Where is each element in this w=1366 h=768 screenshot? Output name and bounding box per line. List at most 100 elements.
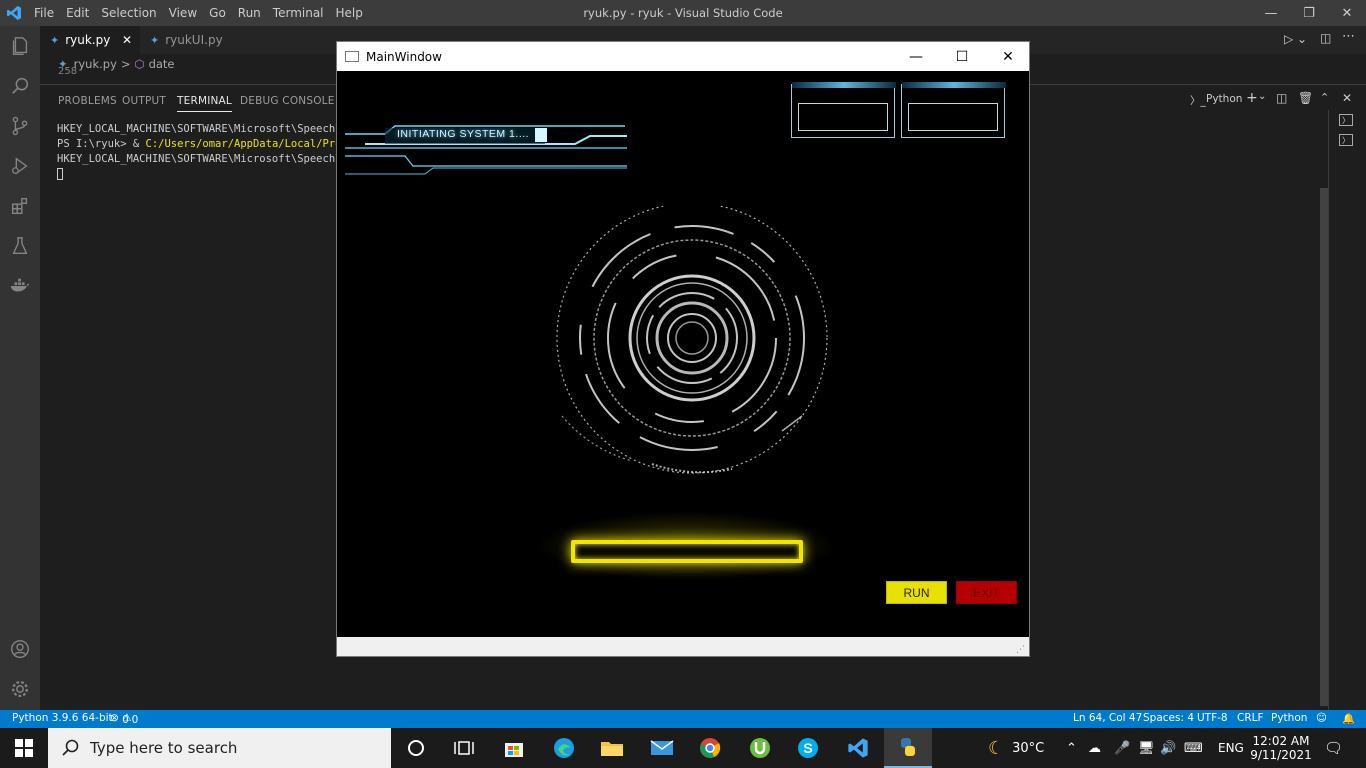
vscode-taskbar-icon[interactable]	[834, 728, 882, 768]
new-terminal-icon[interactable]: +	[1246, 90, 1258, 106]
problems-status[interactable]: ⊗ 0 ⚠ 0	[110, 712, 138, 726]
docker-icon[interactable]	[0, 266, 40, 306]
network-icon[interactable]: 🖥	[1138, 728, 1155, 768]
line-ending[interactable]: CRLF	[1237, 712, 1264, 724]
close-panel-icon[interactable]: ✕	[1342, 91, 1352, 105]
cursor-position[interactable]: Ln 64, Col 47	[1073, 712, 1142, 724]
terminal-icon: 〉_	[1190, 95, 1206, 107]
run-button[interactable]: RUN	[886, 581, 947, 604]
mail-icon[interactable]	[638, 728, 686, 768]
testing-icon[interactable]	[0, 226, 40, 266]
terminal-list: 〉 〉	[1328, 110, 1366, 710]
search-icon[interactable]	[0, 66, 40, 106]
run-debug-icon[interactable]	[0, 146, 40, 186]
task-view-icon[interactable]	[440, 728, 488, 768]
more-actions-icon[interactable]: ⋯	[1342, 29, 1355, 44]
notifications-bell-icon[interactable]: 🔔	[1342, 712, 1355, 725]
python-file-icon: ✦	[150, 33, 160, 47]
hud-circle-graphic	[556, 206, 828, 474]
windows-start-icon[interactable]	[0, 728, 48, 768]
file-explorer-icon[interactable]	[588, 728, 636, 768]
input-language[interactable]: ENG	[1218, 728, 1244, 768]
menu-file[interactable]: File	[28, 6, 60, 20]
store-icon[interactable]	[490, 728, 538, 768]
terminal-profile[interactable]: Python	[1206, 93, 1242, 105]
tab-terminal[interactable]: TERMINAL	[177, 95, 232, 112]
vscode-titlebar: File Edit Selection View Go Run Terminal…	[0, 0, 1366, 26]
terminal-instance-icon[interactable]: 〉	[1339, 114, 1353, 126]
trash-icon[interactable]: 🗑	[1298, 91, 1313, 105]
tab-close-icon[interactable]: ✕	[122, 33, 132, 47]
svg-text:S: S	[803, 740, 812, 756]
encoding[interactable]: UTF-8	[1197, 712, 1228, 724]
close-button[interactable]: ✕	[985, 42, 1031, 71]
breadcrumb-file[interactable]: ryuk.py	[74, 57, 117, 71]
maximize-panel-icon[interactable]: ⌃	[1320, 91, 1329, 104]
python-taskbar-icon[interactable]	[884, 728, 932, 768]
tab-problems[interactable]: PROBLEMS	[58, 95, 117, 107]
menu-terminal[interactable]: Terminal	[267, 6, 330, 20]
onedrive-icon[interactable]: ☁	[1088, 728, 1101, 768]
menu-help[interactable]: Help	[330, 6, 369, 20]
python-file-icon: ✦	[50, 33, 60, 47]
menu-view[interactable]: View	[163, 6, 203, 20]
skype-icon[interactable]: S	[784, 728, 832, 768]
terminal-scrollbar[interactable]	[1320, 188, 1328, 706]
cortana-icon[interactable]	[392, 728, 440, 768]
explorer-icon[interactable]	[0, 26, 40, 66]
exit-button[interactable]: EXIT	[956, 581, 1017, 604]
clock[interactable]: 12:02 AM 9/11/2021	[1250, 728, 1312, 768]
split-editor-icon[interactable]: ◫	[1320, 31, 1331, 45]
symbol-icon: ⬡	[134, 57, 145, 71]
notification-center-icon[interactable]: 🗨	[1324, 728, 1343, 768]
feedback-icon[interactable]: ☺	[1316, 712, 1327, 724]
tab-output[interactable]: OUTPUT	[122, 95, 166, 107]
tab-debug-console[interactable]: DEBUG CONSOLE	[240, 95, 335, 107]
weather-widget[interactable]: ☾ 30°C	[988, 728, 1044, 768]
extensions-icon[interactable]	[0, 186, 40, 226]
tab-label: ryukUI.py	[165, 33, 223, 47]
split-terminal-icon[interactable]: ◫	[1276, 91, 1287, 105]
show-hidden-icons-icon[interactable]: ⌃	[1066, 728, 1077, 768]
source-control-icon[interactable]	[0, 106, 40, 146]
chrome-icon[interactable]	[686, 728, 734, 768]
microphone-icon[interactable]: 🎤	[1114, 728, 1130, 768]
breadcrumb-symbol[interactable]: date	[149, 57, 175, 71]
app-icon	[345, 51, 359, 62]
keyboard-icon[interactable]: ⌨	[1184, 728, 1203, 768]
clock-time: 12:02 AM	[1252, 734, 1310, 748]
minimize-button[interactable]: —	[893, 42, 939, 71]
breadcrumb-separator: >	[120, 57, 131, 71]
language-mode[interactable]: Python	[1271, 712, 1307, 724]
resize-grip-icon[interactable]: ⋰	[1016, 645, 1025, 655]
volume-icon[interactable]: 🔊	[1160, 728, 1176, 768]
terminal-instance-icon[interactable]: 〉	[1339, 134, 1353, 146]
run-file-icon[interactable]: ▷ ⌄	[1284, 32, 1307, 46]
menu-go[interactable]: Go	[203, 6, 232, 20]
minimize-button[interactable]: —	[1252, 0, 1290, 26]
weather-moon-icon: ☾	[988, 737, 1005, 759]
menu-run[interactable]: Run	[232, 6, 267, 20]
maximize-button[interactable]: ☐	[939, 42, 985, 71]
settings-gear-icon[interactable]	[0, 669, 40, 709]
windows-taskbar: Type here to search S ☾ 30°C ⌃ ☁ 🎤 🖥 🔊 ⌨…	[0, 728, 1366, 768]
taskbar-search[interactable]: Type here to search	[48, 728, 391, 768]
restore-button[interactable]: ❐	[1290, 0, 1328, 26]
menu-selection[interactable]: Selection	[95, 6, 162, 20]
tab-ryuk-py[interactable]: ✦ ryuk.py ✕	[40, 26, 140, 54]
terminal-line: PS I:\ryuk> & C:/Users/omar/AppData/Loca…	[57, 138, 340, 150]
python-interpreter[interactable]: Python 3.9.6 64-bit	[12, 712, 113, 724]
clock-date: 9/11/2021	[1250, 748, 1312, 762]
hud-status-text: INITIATING SYSTEM 1....	[397, 128, 530, 140]
terminal-line: HKEY_LOCAL_MACHINE\SOFTWARE\Microsoft\Sp…	[57, 153, 340, 165]
edge-icon[interactable]	[540, 728, 588, 768]
account-icon[interactable]	[0, 629, 40, 669]
menu-edit[interactable]: Edit	[60, 6, 95, 20]
chevron-down-icon[interactable]: ⌄	[1258, 91, 1266, 102]
hud-panel-left	[791, 82, 896, 138]
tab-ryukui-py[interactable]: ✦ ryukUI.py	[140, 26, 250, 54]
close-button[interactable]: ✕	[1328, 0, 1366, 26]
indentation[interactable]: Spaces: 4	[1143, 712, 1194, 724]
hud-panel-right	[901, 82, 1006, 138]
utorrent-icon[interactable]	[736, 728, 784, 768]
